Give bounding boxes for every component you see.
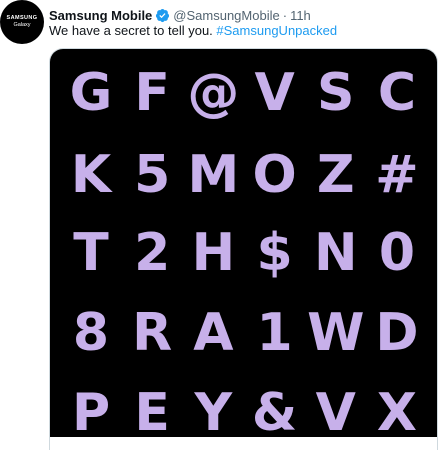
glyph-row: T 2 H $ N 0 <box>62 223 426 283</box>
glyph: @ <box>187 63 240 123</box>
glyph: 5 <box>134 145 171 205</box>
media-image[interactable]: G F @ V S C K 5 M O Z # T 2 H $ N 0 8 R … <box>50 49 437 443</box>
glyph: 0 <box>378 223 416 283</box>
glyph: V <box>315 383 356 443</box>
glyph: 2 <box>134 223 171 283</box>
glyph: 8 <box>72 303 110 363</box>
glyph: & <box>251 383 298 443</box>
glyph: C <box>377 63 417 123</box>
glyph: E <box>134 383 170 443</box>
glyph: K <box>70 145 112 205</box>
glyph: V <box>254 63 295 123</box>
glyph: F <box>134 63 170 123</box>
glyph: P <box>71 383 111 443</box>
verified-badge-icon <box>155 8 170 23</box>
glyph: N <box>313 223 358 283</box>
glyph: T <box>73 223 109 283</box>
glyph: M <box>187 145 240 205</box>
avatar[interactable]: SAMSUNG Galaxy <box>0 0 44 44</box>
glyph: Y <box>194 383 233 443</box>
avatar-brand: SAMSUNG <box>6 15 38 21</box>
tweet-timestamp[interactable]: 11h <box>290 8 311 23</box>
glyph: S <box>317 63 355 123</box>
tweet-text: We have a secret to tell you. #SamsungUn… <box>49 22 337 40</box>
author-name[interactable]: Samsung Mobile <box>49 8 152 23</box>
tweet-media[interactable]: G F @ V S C K 5 M O Z # T 2 H $ N 0 8 R … <box>49 48 438 450</box>
author-handle[interactable]: @SamsungMobile <box>173 8 279 23</box>
glyph: 1 <box>256 303 293 363</box>
tweet-body: We have a secret to tell you. <box>49 23 217 38</box>
glyph-row: K 5 M O Z # <box>62 145 426 205</box>
glyph: H <box>191 223 236 283</box>
glyph-row: P E Y & V X <box>62 383 426 443</box>
glyph: R <box>132 303 173 363</box>
glyph-row: 8 R A 1 W D <box>62 303 426 363</box>
glyph: # <box>375 145 419 205</box>
glyph: O <box>252 145 297 205</box>
glyph: Z <box>316 145 355 205</box>
glyph: $ <box>256 223 293 283</box>
glyph: A <box>193 303 234 363</box>
separator-dot: · <box>282 7 288 23</box>
glyph: W <box>307 303 365 363</box>
hashtag-link[interactable]: #SamsungUnpacked <box>216 23 337 38</box>
glyph-row: G F @ V S C <box>62 63 426 123</box>
glyph: G <box>69 63 113 123</box>
glyph: X <box>376 383 417 443</box>
avatar-sub: Galaxy <box>13 22 31 28</box>
glyph: D <box>375 303 419 363</box>
